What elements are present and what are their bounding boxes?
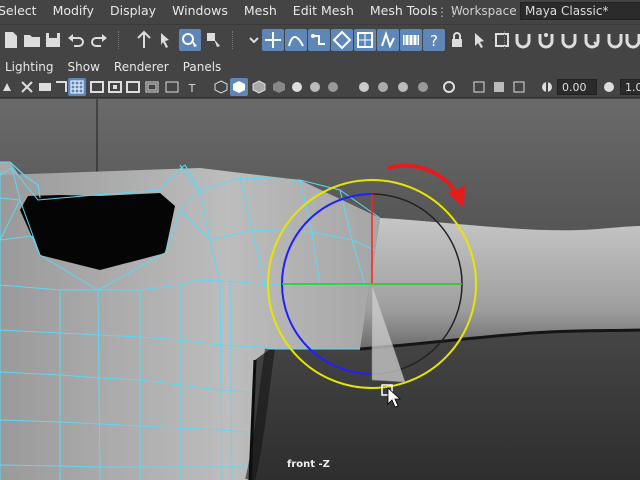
textured-icon[interactable]: [270, 78, 288, 96]
select-camera-icon[interactable]: [0, 78, 18, 96]
help-icon[interactable]: ?: [423, 29, 445, 51]
exposure-field[interactable]: 0.00: [557, 79, 597, 95]
resolution-gate-icon[interactable]: [106, 78, 124, 96]
viewport-panel[interactable]: front -Z: [0, 99, 640, 480]
undo-icon[interactable]: [65, 29, 87, 51]
panel-menu-lighting[interactable]: Lighting: [0, 60, 61, 74]
snap-curve-icon[interactable]: [285, 29, 307, 51]
redo-icon[interactable]: [88, 29, 110, 51]
safe-action-icon[interactable]: [163, 78, 181, 96]
separator: [118, 31, 120, 49]
ambient-occlusion-icon[interactable]: [355, 78, 373, 96]
object-select-icon[interactable]: [203, 29, 225, 51]
isolate-select-icon[interactable]: [440, 78, 458, 96]
wireframe-icon[interactable]: [212, 78, 230, 96]
svg-text:?: ?: [430, 32, 438, 50]
snap-view-icon[interactable]: [331, 29, 353, 51]
panel-menu-renderer[interactable]: Renderer: [107, 60, 176, 74]
svg-text:T: T: [188, 82, 196, 95]
workspace-label: Workspace :: [451, 4, 525, 18]
magnet-extra-icon[interactable]: [622, 29, 640, 51]
settings-icon[interactable]: [491, 29, 513, 51]
open-scene-icon[interactable]: [21, 29, 43, 51]
panel-toolbar: T 0.00 1.0: [0, 76, 640, 98]
magnet-curve-icon[interactable]: [535, 29, 557, 51]
status-line: ?: [0, 24, 640, 54]
separator: [504, 31, 506, 49]
live-surface-icon[interactable]: [377, 29, 399, 51]
depth-of-field-icon[interactable]: [414, 78, 432, 96]
lights-icon[interactable]: [306, 78, 324, 96]
smooth-shade-icon[interactable]: [230, 78, 248, 96]
panel-menu-panels[interactable]: Panels: [176, 60, 229, 74]
menu-modify[interactable]: Modify: [45, 3, 102, 18]
menu-windows[interactable]: Windows: [164, 3, 236, 18]
menu-mesh-tools[interactable]: Mesh Tools: [362, 3, 446, 18]
exposure-icon[interactable]: [538, 78, 556, 96]
xray-joints-icon[interactable]: [470, 78, 488, 96]
xray-active-icon[interactable]: [490, 78, 508, 96]
panel-menu-show[interactable]: Show: [61, 60, 107, 74]
film-gate-icon[interactable]: [88, 78, 106, 96]
component-select-icon[interactable]: [179, 29, 201, 51]
gamma-icon[interactable]: [600, 78, 618, 96]
field-chart-icon[interactable]: [143, 78, 161, 96]
select-mode-icon[interactable]: [133, 29, 155, 51]
menu-select[interactable]: Select: [0, 3, 45, 18]
snap-point-icon[interactable]: [308, 29, 330, 51]
viewport-canvas[interactable]: [0, 99, 640, 480]
magnet-view-icon[interactable]: [581, 29, 603, 51]
pick-icon[interactable]: [469, 29, 491, 51]
snap-grid-icon[interactable]: [262, 29, 284, 51]
magnet-icon[interactable]: [512, 29, 534, 51]
gamma-field[interactable]: 1.0: [620, 79, 640, 95]
grid-icon[interactable]: [68, 78, 86, 96]
safe-title-icon[interactable]: T: [183, 78, 201, 96]
bookmark-icon[interactable]: [18, 78, 36, 96]
panel-menubar: Lighting Show Renderer Panels: [0, 58, 640, 76]
snap-surface-icon[interactable]: [354, 29, 376, 51]
shadows-icon[interactable]: [324, 78, 342, 96]
workspace-select[interactable]: Maya Classic*: [520, 2, 640, 20]
anti-aliasing-icon[interactable]: [394, 78, 412, 96]
menu-mesh[interactable]: Mesh: [236, 3, 285, 18]
separator: [232, 31, 234, 49]
new-scene-icon[interactable]: [0, 29, 22, 51]
magnet-point-icon[interactable]: [558, 29, 580, 51]
save-scene-icon[interactable]: [42, 29, 64, 51]
gpu-override-icon[interactable]: [510, 78, 528, 96]
hierarchy-select-icon[interactable]: [155, 29, 177, 51]
menu-display[interactable]: Display: [102, 3, 164, 18]
lock-icon[interactable]: [446, 29, 468, 51]
camera-label: front -Z: [287, 459, 330, 470]
render-icon[interactable]: [400, 29, 422, 51]
wireframe-on-shaded-icon[interactable]: [250, 78, 268, 96]
menu-edit-mesh[interactable]: Edit Mesh: [285, 3, 362, 18]
xray-icon[interactable]: [288, 78, 306, 96]
motion-blur-icon[interactable]: [374, 78, 392, 96]
gate-mask-icon[interactable]: [124, 78, 142, 96]
